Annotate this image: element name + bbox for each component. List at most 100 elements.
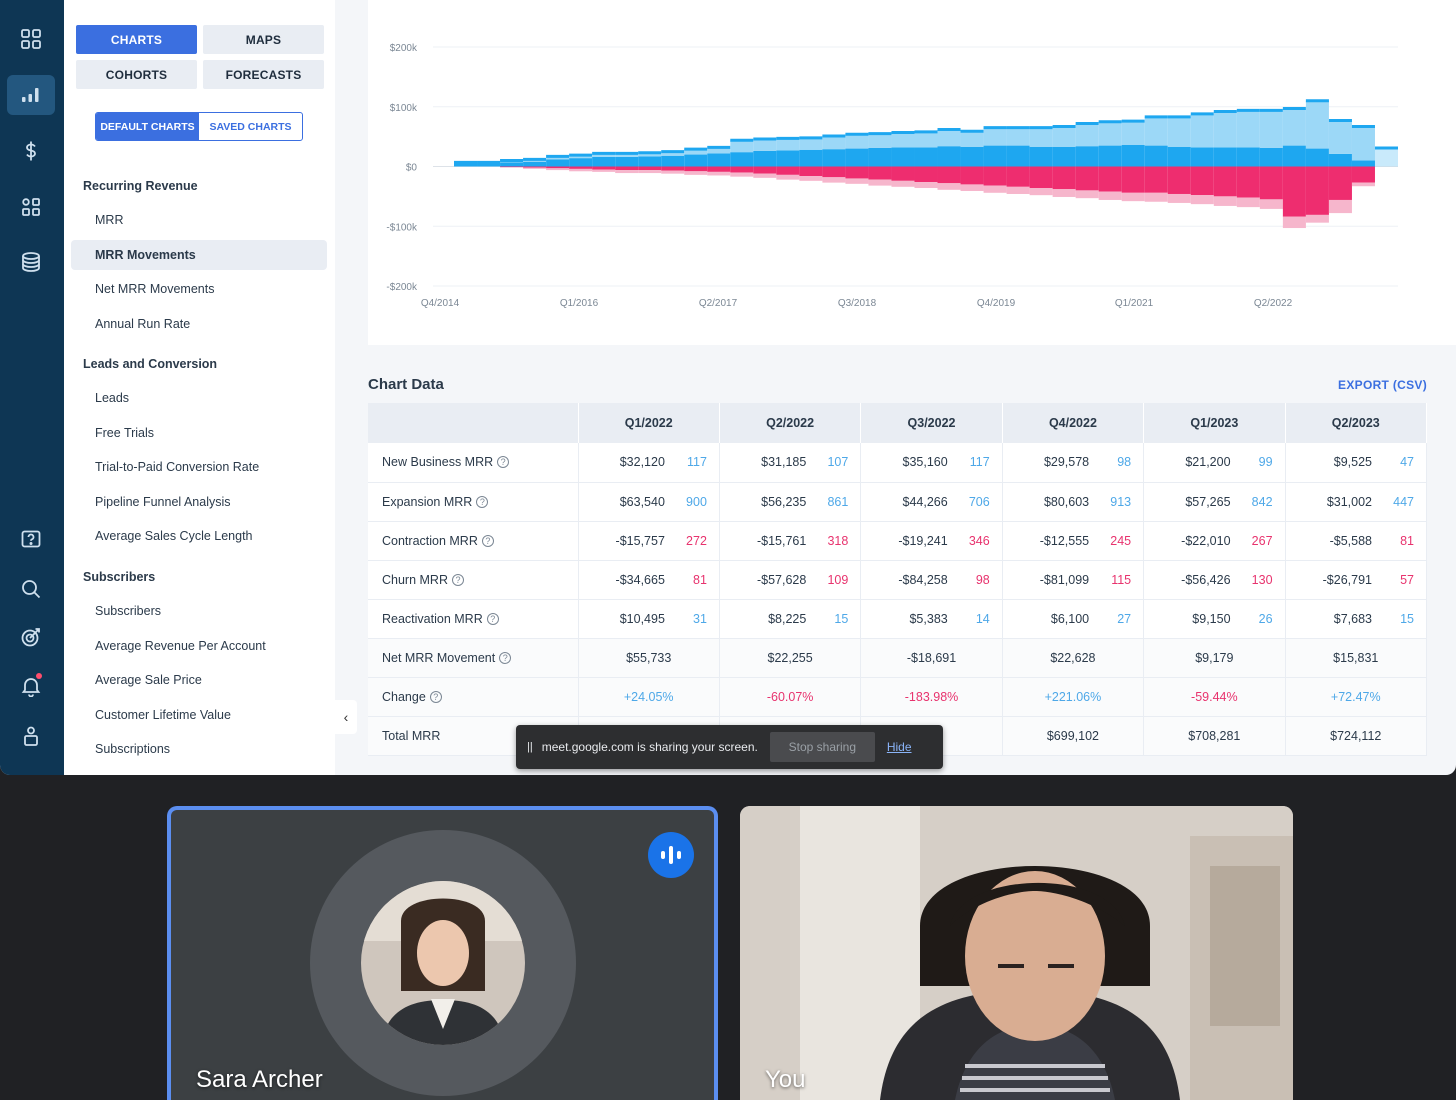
cell-amount: $31,002: [1326, 494, 1372, 509]
cell-count[interactable]: 15: [1372, 612, 1414, 626]
cell-count[interactable]: 15: [806, 612, 848, 626]
target-icon[interactable]: [7, 617, 55, 657]
cell-count[interactable]: 318: [806, 534, 848, 548]
saved-charts-button[interactable]: SAVED CHARTS: [199, 113, 302, 140]
sidebar-item-annual-run-rate[interactable]: Annual Run Rate: [71, 309, 327, 339]
cell-count[interactable]: 900: [665, 495, 707, 509]
help-circle-icon[interactable]: ?: [476, 495, 489, 508]
cell-count[interactable]: 130: [1231, 573, 1273, 587]
sidebar-item-average-sale-price[interactable]: Average Sale Price: [71, 665, 327, 695]
sidebar-item-subscribers[interactable]: Subscribers: [71, 596, 327, 626]
bar-contraction: [937, 183, 961, 190]
sidebar-item-pipeline-funnel-analysis[interactable]: Pipeline Funnel Analysis: [71, 487, 327, 517]
table-cell: $724,112: [1285, 716, 1428, 756]
cell-amount: -$19,241: [898, 533, 948, 548]
table-cell: $31,185 107: [719, 443, 862, 483]
bar-churn: [1259, 166, 1283, 200]
cell-count[interactable]: 107: [806, 455, 848, 469]
sidebar-item-average-sales-cycle-length[interactable]: Average Sales Cycle Length: [71, 521, 327, 551]
cell-count[interactable]: 346: [948, 534, 990, 548]
cell-count[interactable]: 115: [1089, 573, 1131, 587]
x-tick-label: Q1/2016: [560, 298, 599, 309]
table-cell: $15,831: [1285, 638, 1428, 678]
cell-count[interactable]: 447: [1372, 495, 1414, 509]
bar-expansion: [1144, 116, 1168, 146]
cell-count[interactable]: 14: [948, 612, 990, 626]
export-csv-link[interactable]: EXPORT (CSV): [1338, 378, 1427, 392]
help-circle-icon[interactable]: ?: [429, 690, 442, 703]
cell-count[interactable]: 117: [665, 455, 707, 469]
help-circle-icon[interactable]: ?: [481, 534, 494, 547]
help-icon[interactable]: [7, 520, 55, 560]
bar-new-business: [730, 152, 754, 167]
chart-set-toggle: DEFAULT CHARTS SAVED CHARTS: [95, 112, 303, 141]
bell-icon[interactable]: [7, 666, 55, 706]
search-icon[interactable]: [7, 569, 55, 609]
bar-churn: [1167, 166, 1191, 194]
cell-count[interactable]: 27: [1089, 612, 1131, 626]
sidebar-item-trial-to-paid-conversion-rate[interactable]: Trial-to-Paid Conversion Rate: [71, 452, 327, 482]
stop-sharing-button[interactable]: Stop sharing: [769, 732, 875, 762]
tab-maps[interactable]: MAPS: [203, 25, 324, 54]
cell-count[interactable]: 31: [665, 612, 707, 626]
tab-forecasts[interactable]: FORECASTS: [203, 60, 324, 89]
help-circle-icon[interactable]: ?: [452, 573, 464, 586]
avatar: [361, 881, 525, 1045]
participant-tile-sara[interactable]: Sara Archer: [167, 806, 718, 1100]
cell-count[interactable]: 98: [1089, 455, 1131, 469]
sidebar-item-leads[interactable]: Leads: [71, 383, 327, 413]
cell-count[interactable]: 913: [1089, 495, 1131, 509]
cell-count[interactable]: 117: [948, 455, 990, 469]
cell-count[interactable]: 109: [806, 573, 848, 587]
cell-count[interactable]: 272: [665, 534, 707, 548]
shapes-icon[interactable]: [7, 187, 55, 227]
cell-count[interactable]: 861: [806, 495, 848, 509]
sidebar-item-average-revenue-per-account[interactable]: Average Revenue Per Account: [71, 631, 327, 661]
cell-count[interactable]: 842: [1231, 495, 1273, 509]
table-cell: -$57,628 109: [719, 560, 862, 600]
cell-count[interactable]: 99: [1231, 455, 1273, 469]
bar-chart-icon[interactable]: [7, 75, 55, 115]
help-circle-icon[interactable]: ?: [497, 456, 510, 469]
bar-contraction: [1029, 188, 1053, 196]
sidebar-item-net-mrr-movements[interactable]: Net MRR Movements: [71, 274, 327, 304]
tab-cohorts[interactable]: COHORTS: [76, 60, 197, 89]
sidebar-item-customer-lifetime-value[interactable]: Customer Lifetime Value: [71, 700, 327, 730]
cell-count[interactable]: 47: [1372, 455, 1414, 469]
tab-charts[interactable]: CHARTS: [76, 25, 197, 54]
hide-share-bar-link[interactable]: Hide: [887, 740, 912, 754]
user-icon[interactable]: [7, 716, 55, 756]
bar-contraction: [546, 168, 570, 171]
x-tick-label: Q2/2022: [1254, 298, 1293, 309]
cell-count[interactable]: 81: [1372, 534, 1414, 548]
bar-churn: [1351, 166, 1375, 183]
help-circle-icon[interactable]: ?: [499, 651, 512, 664]
cell-amount: -$57,628: [756, 572, 807, 587]
bar-expansion: [937, 129, 961, 147]
bar-new-business: [523, 161, 547, 167]
bar-contraction: [983, 185, 1007, 193]
self-video: [740, 806, 1293, 1100]
table-cell: -$81,099 115: [1002, 560, 1145, 600]
sidebar-item-free-trials[interactable]: Free Trials: [71, 418, 327, 448]
cell-count[interactable]: 81: [665, 573, 707, 587]
dollar-icon[interactable]: [7, 131, 55, 171]
sidebar-item-mrr[interactable]: MRR: [71, 205, 327, 235]
default-charts-button[interactable]: DEFAULT CHARTS: [96, 113, 199, 140]
cell-count[interactable]: 26: [1231, 612, 1273, 626]
cell-count[interactable]: 245: [1089, 534, 1131, 548]
dashboard-grid-icon[interactable]: [7, 19, 55, 59]
sidebar-item-subscriptions[interactable]: Subscriptions: [71, 734, 327, 764]
cell-count[interactable]: 98: [948, 573, 990, 587]
database-icon[interactable]: [7, 242, 55, 282]
cell-count[interactable]: 267: [1231, 534, 1273, 548]
table-cell: $22,628: [1002, 638, 1145, 678]
cell-count[interactable]: 706: [948, 495, 990, 509]
sidebar-item-mrr-movements[interactable]: MRR Movements: [71, 239, 327, 270]
bar-new-business: [914, 147, 938, 167]
participant-tile-self[interactable]: You: [740, 806, 1293, 1100]
collapse-sidebar-button[interactable]: ‹: [335, 700, 357, 734]
cell-count[interactable]: 57: [1372, 573, 1414, 587]
row-label-text: Net MRR Movement: [382, 650, 496, 665]
help-circle-icon[interactable]: ?: [486, 612, 499, 625]
